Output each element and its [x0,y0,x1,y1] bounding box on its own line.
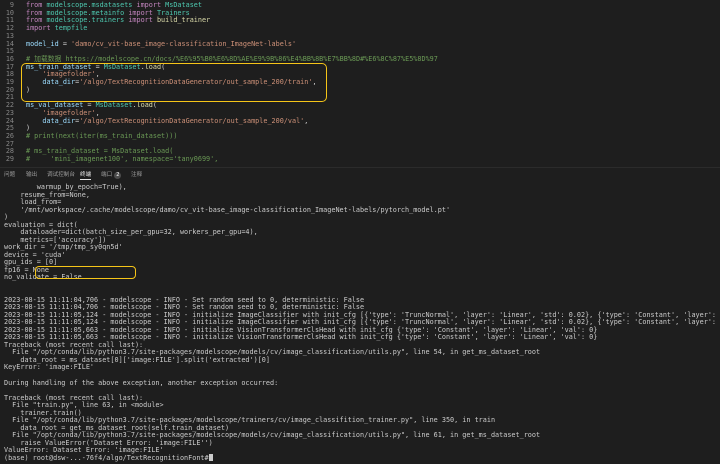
terminal-output[interactable]: warmup_by_epoch=True), resume_from=None,… [0,180,720,464]
code-token: tempfile [54,24,88,33]
code-token: MsDataset [95,101,133,110]
highlight-error-box [35,266,136,279]
code-token: = [58,39,72,48]
code-token: ( [152,101,157,110]
tab-ports-label: 端口 [101,172,113,178]
panel-tab-bar: 问题 输出 调试控制台 终端 端口 2 注释 [0,167,720,181]
line-number: 29 [5,155,14,163]
tab-problems[interactable]: 问题 [4,171,15,179]
prompt-text: (base) root@dsw-...-76f4/algo/TextRecogn… [4,453,209,462]
code-text: # 'mini_imagenet100', namespace='tany069… [26,155,218,165]
highlight-train-dataset-box [21,63,327,102]
code-token: # 'mini_imagenet100', namespace='tany069… [26,155,219,163]
code-text: # print(next(iter(ms_train_dataset))) [26,132,177,142]
code-token: # print(next(iter(ms_train_dataset))) [26,131,178,140]
terminal-line: During handling of the above exception, … [4,378,279,387]
terminal-line: '/mnt/workspace/.cache/modelscope/damo/c… [4,205,451,214]
code-token: build_trainer [156,16,211,25]
code-token: '/algo/TextRecognitionDataGenerator/out_… [79,116,305,125]
code-token: , [304,116,309,125]
code-token: data_dir [26,116,76,125]
tab-debug-console[interactable]: 调试控制台 [47,171,75,179]
ports-count-badge: 2 [114,172,122,179]
code-text: data_dir='/algo/TextRecognitionDataGener… [26,117,308,127]
code-token: import [26,24,55,33]
terminal-line: KeyError: 'image:FILE' [4,363,95,372]
code-token: import [128,16,157,25]
tab-ports[interactable]: 端口 2 [101,171,122,179]
code-token: 'damo/cv_vit-base_image-classification_I… [71,39,297,48]
code-text: model_id = 'damo/cv_vit-base_image-class… [26,40,296,50]
code-text: import tempfile [26,24,87,34]
code-token: load [136,101,153,110]
terminal-prompt[interactable]: (base) root@dsw-...-76f4/algo/TextRecogn… [4,454,213,462]
tab-terminal[interactable]: 终端 [80,171,92,180]
terminal-cursor [208,454,213,462]
code-token: model_id [26,39,59,48]
tab-output[interactable]: 输出 [26,171,37,179]
tab-comments[interactable]: 注释 [131,171,142,179]
